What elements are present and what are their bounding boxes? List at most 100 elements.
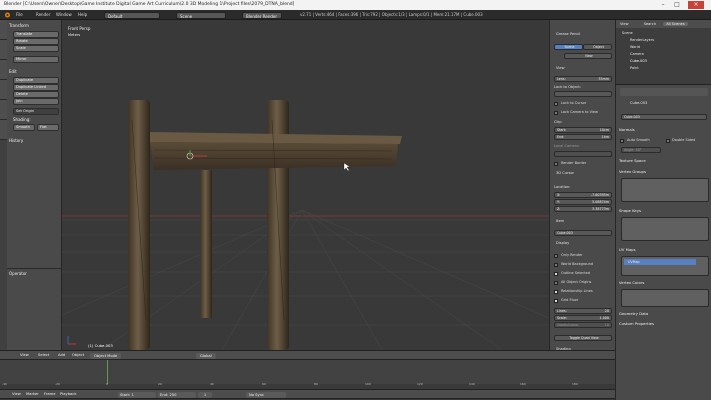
3d-viewport[interactable]: Front Persp Meters (1) Cube.003: [62, 20, 549, 350]
uv-maps-header[interactable]: UV Maps: [619, 246, 709, 253]
add-menu[interactable]: Add: [58, 351, 65, 360]
maximize-icon[interactable]: □: [671, 1, 683, 9]
tab-relations[interactable]: [0, 60, 7, 80]
lock-object-field[interactable]: [554, 91, 612, 97]
uv-maps-list[interactable]: UVMap: [621, 256, 709, 276]
world-background-checkbox[interactable]: [554, 263, 558, 267]
mirror-button[interactable]: Mirror: [13, 56, 59, 63]
tab-physics[interactable]: [0, 100, 7, 120]
rotate-button[interactable]: Rotate: [13, 38, 59, 45]
menu-file[interactable]: File: [16, 10, 23, 20]
join-button[interactable]: Join: [13, 98, 59, 105]
timeline-marker-menu[interactable]: Marker: [26, 390, 39, 399]
tab-tools[interactable]: [0, 20, 7, 40]
timeline-area[interactable]: [0, 360, 615, 384]
normals-header[interactable]: Normals: [619, 126, 709, 133]
render-engine-select[interactable]: Blender Render: [242, 11, 282, 19]
view-menu[interactable]: View: [20, 351, 29, 360]
render-border-checkbox[interactable]: [554, 162, 558, 166]
timeline-frame-menu[interactable]: Frame: [44, 390, 56, 399]
outliner-item-scene[interactable]: Scene: [622, 31, 633, 35]
translate-button[interactable]: Translate: [13, 31, 59, 38]
clip-start-field[interactable]: Start: 10cm: [554, 127, 612, 133]
tab-grease-pencil[interactable]: [0, 120, 7, 140]
item-name-field[interactable]: Cube.003: [554, 230, 612, 236]
outliner-item-point[interactable]: Point: [630, 66, 639, 70]
texture-space-header[interactable]: Texture Space: [619, 157, 709, 164]
outliner-item-cube[interactable]: Cube.003: [630, 59, 647, 63]
vertex-colors-list[interactable]: [621, 289, 709, 307]
edit-header[interactable]: Edit: [9, 68, 61, 75]
double-sided-checkbox[interactable]: [666, 139, 670, 143]
new-button[interactable]: New: [564, 53, 612, 59]
shape-keys-list[interactable]: [621, 217, 709, 241]
history-header[interactable]: History: [9, 137, 61, 144]
local-camera-field[interactable]: [554, 151, 612, 157]
timeline-editor[interactable]: View Select Add Object Object Mode Globa…: [0, 350, 615, 400]
flat-button[interactable]: Flat: [37, 124, 59, 131]
object-menu[interactable]: Object: [72, 351, 84, 360]
scale-button[interactable]: Scale: [13, 45, 59, 52]
uv-map-item[interactable]: UVMap: [624, 259, 696, 265]
properties-tabs[interactable]: [620, 88, 708, 96]
outline-selected-checkbox[interactable]: [554, 272, 558, 276]
lines-field[interactable]: Lines: 20: [554, 308, 612, 314]
relationship-lines-checkbox[interactable]: [554, 290, 558, 294]
lens-field[interactable]: Lens: 35mm: [554, 76, 612, 82]
pivot-select[interactable]: Global: [196, 352, 216, 359]
minimize-icon[interactable]: –: [657, 1, 669, 9]
outliner-search-menu[interactable]: Search: [644, 22, 656, 26]
current-frame-line[interactable]: [107, 360, 108, 384]
current-frame-field[interactable]: 1: [198, 391, 212, 398]
operator-header[interactable]: Operator: [9, 270, 61, 277]
select-menu[interactable]: Select: [38, 351, 49, 360]
view-header[interactable]: View: [556, 65, 616, 71]
mesh-datablock-name[interactable]: Cube.003: [630, 101, 647, 105]
end-frame-field[interactable]: End: 250: [158, 391, 196, 398]
outliner-scope-select[interactable]: All Scenes: [663, 22, 688, 26]
grease-pencil-header[interactable]: Grease Pencil: [556, 31, 616, 37]
smooth-button[interactable]: Smooth: [13, 124, 35, 131]
display-header[interactable]: Display: [556, 240, 616, 246]
start-frame-field[interactable]: Start: 1: [118, 391, 156, 398]
scene-button[interactable]: Scene: [554, 44, 583, 50]
all-object-origins-checkbox[interactable]: [554, 281, 558, 285]
scene-select[interactable]: Scene: [176, 11, 226, 19]
vertex-groups-list[interactable]: [621, 178, 709, 202]
mesh-name-field[interactable]: Cube.003: [621, 114, 707, 120]
duplicate-button[interactable]: Duplicate: [13, 77, 59, 84]
blender-logo-icon[interactable]: [4, 10, 10, 20]
set-origin-select[interactable]: Set Origin: [13, 108, 59, 115]
menu-render[interactable]: Render: [36, 10, 50, 20]
lock-cursor-checkbox[interactable]: [554, 102, 558, 106]
menu-window[interactable]: Window: [56, 10, 72, 20]
close-icon[interactable]: ×: [688, 1, 704, 9]
3d-cursor-header[interactable]: 3D Cursor: [556, 170, 616, 176]
tab-animation[interactable]: [0, 80, 7, 100]
transform-header[interactable]: Transform: [9, 22, 61, 29]
object-button[interactable]: Object: [583, 44, 612, 50]
timeline-view-menu[interactable]: View: [12, 390, 21, 399]
cursor-x-field[interactable]: X: -7.60395m: [554, 192, 612, 198]
layout-select[interactable]: Default: [104, 11, 160, 19]
clip-end-field[interactable]: End: 1km: [554, 134, 612, 140]
shape-keys-header[interactable]: Shape Keys: [619, 207, 709, 214]
grid-floor-checkbox[interactable]: [554, 299, 558, 303]
delete-button[interactable]: Delete: [13, 91, 59, 98]
vertex-groups-header[interactable]: Vertex Groups: [619, 168, 709, 175]
outliner-item-world[interactable]: World: [630, 45, 640, 49]
auto-smooth-checkbox[interactable]: [620, 139, 624, 143]
timeline-playback-menu[interactable]: Playback: [60, 390, 76, 399]
cursor-y-field[interactable]: Y: 5.08874m: [554, 199, 612, 205]
scale-field[interactable]: Scale: 1.000: [554, 315, 612, 321]
cursor-z-field[interactable]: Z: 3.38773m: [554, 206, 612, 212]
outliner-item-renderlayers[interactable]: RenderLayers: [630, 38, 654, 42]
menu-help[interactable]: Help: [78, 10, 87, 20]
angle-field[interactable]: Angle: 30°: [621, 147, 661, 153]
toggle-quad-view-button[interactable]: Toggle Quad View: [554, 335, 612, 341]
custom-properties-header[interactable]: Custom Properties: [619, 320, 709, 327]
tab-create[interactable]: [0, 40, 7, 60]
only-render-checkbox[interactable]: [554, 254, 558, 258]
lock-camera-checkbox[interactable]: [554, 111, 558, 115]
vertex-colors-header[interactable]: Vertex Colors: [619, 279, 709, 286]
